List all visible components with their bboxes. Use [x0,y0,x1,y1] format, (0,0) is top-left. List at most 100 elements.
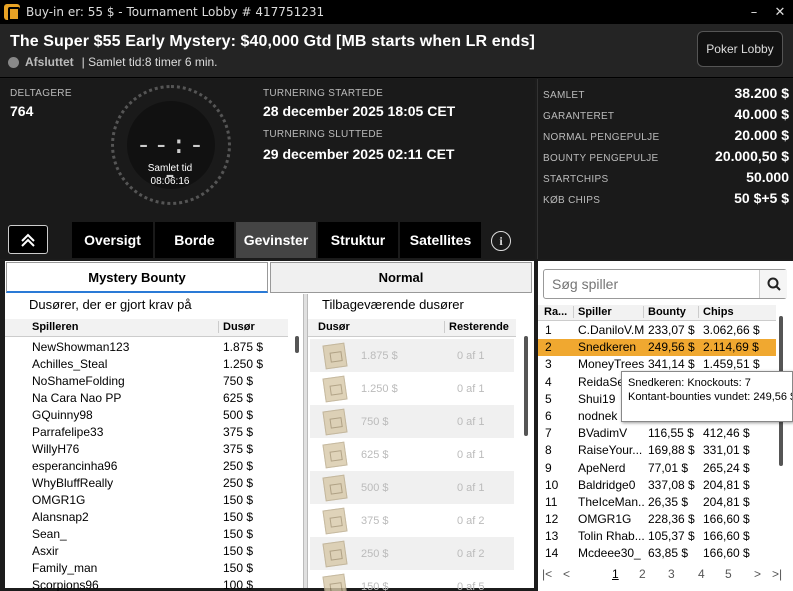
row-player: WillyH76 [32,442,80,456]
tab-struktur[interactable]: Struktur [318,222,398,258]
col-bounty[interactable]: Dusør [218,321,255,333]
table-row[interactable]: 7 BVadimV 116,55 $ 412,46 $ [538,425,776,442]
bounty-envelope-icon [322,441,348,469]
remaining-scrollbar[interactable] [524,336,528,436]
table-row[interactable]: 2 Snedkeren 249,56 $ 2.114,69 $ [538,339,776,357]
claimed-scrollbar[interactable] [295,336,299,353]
prize-row: BOUNTY PENGEPULJE 20.000,50 $ [543,148,789,164]
info-icon[interactable]: i [491,231,511,251]
table-row[interactable]: Scorpions96 100 $ [5,577,303,591]
table-row[interactable]: Na Cara Nao PP 625 $ [5,390,303,407]
row-chips: 204,81 $ [703,494,750,509]
page-4[interactable]: 4 [698,567,705,581]
subtab-mystery-bounty[interactable]: Mystery Bounty [6,262,268,293]
bounty-envelope-icon [322,408,348,436]
first-page-button[interactable]: |< [542,567,552,581]
row-chips: 265,24 $ [703,460,750,475]
tab-gevinster[interactable]: Gevinster [236,222,316,258]
row-player: Family_man [32,561,98,575]
table-row[interactable]: 375 $ 0 af 2 [310,504,514,537]
table-row[interactable]: 13 Tolin Rhab... 105,37 $ 166,60 $ [538,528,776,545]
table-row[interactable]: OMGR1G 150 $ [5,492,303,509]
remaining-title: Tilbageværende dusører [322,297,464,312]
row-chips: 3.062,66 $ [703,323,760,337]
search-button[interactable] [759,270,787,298]
table-row[interactable]: 8 RaiseYour... 169,88 $ 331,01 $ [538,442,776,459]
started-label: TURNERING STARTEDE [263,88,384,99]
pane-splitter[interactable] [303,294,308,588]
table-row[interactable]: Sean_ 150 $ [5,526,303,543]
tournament-lobby-window: Buy-in er: 55 $ - Tournament Lobby # 417… [0,0,793,591]
last-page-button[interactable]: >| [772,567,782,581]
row-remaining: 0 af 5 [457,581,485,591]
table-row[interactable]: 500 $ 0 af 1 [310,471,514,504]
prize-value: 40.000 $ [734,106,790,122]
table-row[interactable]: Asxir 150 $ [5,543,303,560]
table-row[interactable]: WhyBluffReally 250 $ [5,475,303,492]
row-bounty: 250 $ [223,459,254,473]
close-button[interactable]: ✕ [767,5,793,20]
col-rank[interactable]: Ra... [544,306,567,318]
table-row[interactable]: NoShameFolding 750 $ [5,373,303,390]
col-remaining[interactable]: Resterende [444,321,509,333]
row-player: BVadimV [578,426,628,441]
bounty-envelope-icon [322,507,348,535]
prize-label: BOUNTY PENGEPULJE [543,153,659,164]
app-logo-icon [4,4,20,21]
tab-oversigt[interactable]: Oversigt [72,222,153,258]
table-row[interactable]: 750 $ 0 af 1 [310,405,514,438]
tournament-title: The Super $55 Early Mystery: $40,000 Gtd… [10,33,535,50]
table-row[interactable]: 14 Mcdeee30_ 63,85 $ 166,60 $ [538,545,776,562]
row-player: ApeNerd [578,460,626,475]
table-row[interactable]: 1.250 $ 0 af 1 [310,372,514,405]
row-player: WhyBluffReally [32,476,114,490]
row-chips: 331,01 $ [703,443,750,458]
col-bounty[interactable]: Bounty [643,306,686,318]
row-bounty: 150 $ [361,581,389,591]
col-bounty[interactable]: Dusør [318,321,350,333]
row-player: Snedkeren [578,340,637,355]
row-bounty: 375 $ [223,425,254,439]
page-1[interactable]: 1 [612,567,619,581]
player-search-input[interactable] [552,276,747,292]
page-5[interactable]: 5 [725,567,732,581]
bounty-subtabs: Mystery Bounty Normal [5,261,534,294]
page-2[interactable]: 2 [639,567,646,581]
table-row[interactable]: 10 Baldridge0 337,08 $ 204,81 $ [538,477,776,494]
subtab-normal[interactable]: Normal [270,262,532,293]
col-player[interactable]: Spiller [573,306,612,318]
table-row[interactable]: esperancinha96 250 $ [5,458,303,475]
table-row[interactable]: 12 OMGR1G 228,36 $ 166,60 $ [538,511,776,528]
table-row[interactable]: 11 TheIceMan... 26,35 $ 204,81 $ [538,494,776,511]
table-row[interactable]: GQuinny98 500 $ [5,407,303,424]
table-row[interactable]: WillyH76 375 $ [5,441,303,458]
col-player[interactable]: Spilleren [32,321,78,333]
ended-value: 29 december 2025 02:11 CET [263,146,455,162]
table-row[interactable]: Achilles_Steal 1.250 $ [5,356,303,373]
next-page-button[interactable]: > [754,567,761,581]
collapse-button[interactable] [8,225,48,254]
row-player: NoShameFolding [32,374,125,388]
table-row[interactable]: 625 $ 0 af 1 [310,438,514,471]
table-row[interactable]: 250 $ 0 af 2 [310,537,514,570]
col-chips[interactable]: Chips [698,306,734,318]
claimed-header: Spilleren Dusør [5,319,288,337]
prev-page-button[interactable]: < [563,567,570,581]
poker-lobby-button[interactable]: Poker Lobby [697,31,783,67]
table-row[interactable]: NewShowman123 1.875 $ [5,339,303,356]
table-row[interactable]: 1 C.DaniloV.M 233,07 $ 3.062,66 $ [538,322,776,339]
tab-satellites[interactable]: Satellites [400,222,481,258]
tab-borde[interactable]: Borde [155,222,234,258]
table-row[interactable]: 1.875 $ 0 af 1 [310,339,514,372]
table-row[interactable]: 150 $ 0 af 5 [310,570,514,591]
prize-value: 38.200 $ [734,85,790,101]
table-row[interactable]: Family_man 150 $ [5,560,303,577]
table-row[interactable]: 9 ApeNerd 77,01 $ 265,24 $ [538,460,776,477]
bounty-envelope-icon [322,375,348,403]
page-3[interactable]: 3 [668,567,675,581]
table-row[interactable]: Alansnap2 150 $ [5,509,303,526]
row-player: TheIceMan... [578,494,644,509]
row-player: OMGR1G [32,493,86,507]
table-row[interactable]: Parrafelipe33 375 $ [5,424,303,441]
minimize-button[interactable]: – [741,5,767,20]
